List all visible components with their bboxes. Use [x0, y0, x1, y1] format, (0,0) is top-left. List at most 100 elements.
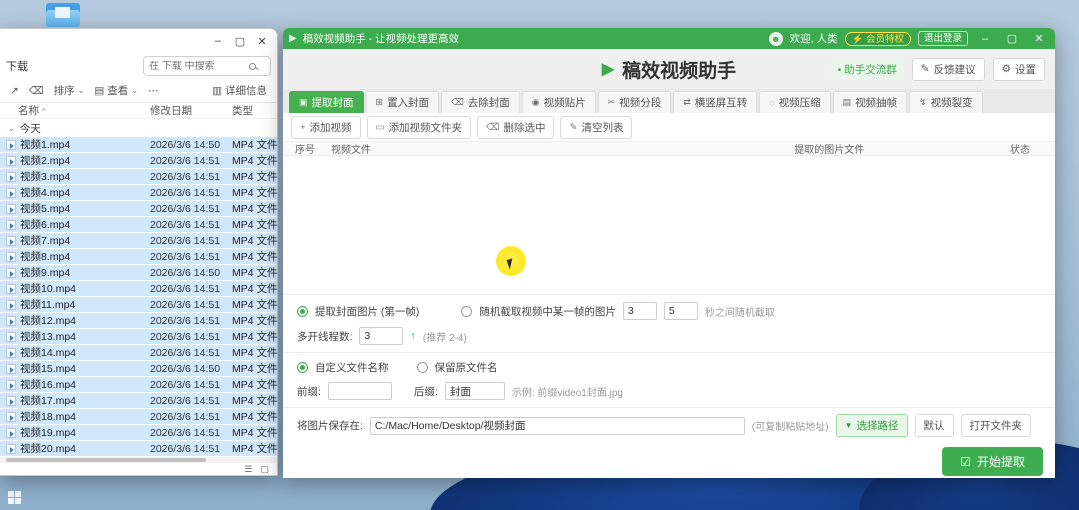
prefix-input[interactable]	[328, 382, 392, 400]
file-row[interactable]: 视频11.mp4 2026/3/6 14:51 MP4 文件	[0, 297, 277, 313]
threads-input[interactable]	[359, 327, 403, 345]
desktop-folder-icon[interactable]	[40, 3, 86, 29]
tab-视频分段[interactable]: ✂视频分段	[598, 91, 672, 113]
toolbar-button-删除选中[interactable]: ⌫删除选中	[477, 116, 554, 139]
file-name: 视频17.mp4	[20, 393, 150, 408]
thumbnail-view-icon[interactable]: ▢	[260, 464, 269, 475]
suffix-input[interactable]	[445, 382, 505, 400]
choose-path-button[interactable]: ▼ 选择路径	[836, 414, 908, 437]
tab-视频抽帧[interactable]: ▤视频抽帧	[833, 91, 908, 113]
file-list: 视频1.mp4 2026/3/6 14:50 MP4 文件 视频2.mp4 20…	[0, 137, 277, 457]
vip-badge[interactable]: ⚡ 会员特权	[845, 32, 911, 46]
logout-button[interactable]: 退出登录	[918, 31, 968, 46]
address-path[interactable]: 下载	[6, 58, 28, 74]
file-row[interactable]: 视频4.mp4 2026/3/6 14:51 MP4 文件	[0, 185, 277, 201]
toolbar-button-添加视频文件夹[interactable]: ▭添加视频文件夹	[367, 116, 471, 139]
file-date: 2026/3/6 14:51	[150, 443, 232, 455]
mp4-file-icon	[6, 172, 16, 182]
file-date: 2026/3/6 14:51	[150, 395, 232, 407]
assistant-group-link[interactable]: • 助手交流群	[831, 59, 904, 80]
maximize-icon[interactable]: ▢	[1002, 32, 1022, 45]
file-date: 2026/3/6 14:51	[150, 331, 232, 343]
file-row[interactable]: 视频16.mp4 2026/3/6 14:51 MP4 文件	[0, 377, 277, 393]
tab-icon: ▤	[843, 97, 852, 108]
tab-提取封面[interactable]: ▣提取封面	[289, 91, 364, 113]
range-from-input[interactable]	[623, 302, 657, 320]
file-type: MP4 文件	[232, 137, 277, 152]
tab-视频裂变[interactable]: ↯视频裂变	[909, 91, 983, 113]
open-folder-button[interactable]: 打开文件夹	[961, 414, 1032, 437]
file-row[interactable]: 视频1.mp4 2026/3/6 14:50 MP4 文件	[0, 137, 277, 153]
radio-keep-name[interactable]	[417, 362, 428, 373]
button-icon: ⌫	[486, 122, 499, 133]
delete-icon[interactable]: ⌫	[29, 85, 44, 97]
file-row[interactable]: 视频12.mp4 2026/3/6 14:51 MP4 文件	[0, 313, 277, 329]
button-icon: ▭	[376, 122, 385, 133]
radio-random-frame[interactable]	[461, 306, 472, 317]
range-to-input[interactable]	[664, 302, 698, 320]
radio-custom-name[interactable]	[297, 362, 308, 373]
file-name: 视频8.mp4	[20, 249, 150, 264]
avatar[interactable]: ☻	[769, 32, 783, 46]
file-row[interactable]: 视频14.mp4 2026/3/6 14:51 MP4 文件	[0, 345, 277, 361]
tab-横竖屏互转[interactable]: ⇄横竖屏互转	[673, 91, 757, 113]
more-options-button[interactable]: ⋯	[148, 85, 159, 97]
file-row[interactable]: 视频2.mp4 2026/3/6 14:51 MP4 文件	[0, 153, 277, 169]
toolbar-button-清空列表[interactable]: ✎清空列表	[560, 116, 632, 139]
mp4-file-icon	[6, 300, 16, 310]
tab-视频贴片[interactable]: ◉视频贴片	[522, 91, 596, 113]
search-icon	[249, 63, 256, 70]
file-row[interactable]: 视频6.mp4 2026/3/6 14:51 MP4 文件	[0, 217, 277, 233]
feedback-button[interactable]: ✎ 反馈建议	[912, 58, 985, 81]
default-path-button[interactable]: 默认	[915, 414, 954, 437]
app-window: ▶ 稿效视频助手 - 让视频处理更高效 ☻ 欢迎, 人类 ⚡ 会员特权 退出登录…	[283, 28, 1055, 478]
file-row[interactable]: 视频8.mp4 2026/3/6 14:51 MP4 文件	[0, 249, 277, 265]
threads-label: 多开线程数:	[297, 329, 352, 344]
sort-button[interactable]: 排序 ⌄	[54, 83, 85, 98]
group-header-today[interactable]: ⌄ 今天	[0, 119, 277, 137]
horizontal-scrollbar[interactable]	[0, 457, 277, 463]
file-row[interactable]: 视频5.mp4 2026/3/6 14:51 MP4 文件	[0, 201, 277, 217]
file-date: 2026/3/6 14:51	[150, 347, 232, 359]
file-row[interactable]: 视频20.mp4 2026/3/6 14:51 MP4 文件	[0, 441, 277, 457]
column-date[interactable]: 修改日期	[150, 103, 232, 118]
file-row[interactable]: 视频18.mp4 2026/3/6 14:51 MP4 文件	[0, 409, 277, 425]
mp4-file-icon	[6, 284, 16, 294]
tab-icon: ▣	[299, 97, 308, 108]
share-icon[interactable]: ↗	[10, 85, 19, 97]
explorer-search-box[interactable]	[143, 56, 271, 76]
tab-置入封面[interactable]: ⊞置入封面	[366, 91, 440, 113]
close-icon[interactable]: ✕	[251, 35, 273, 48]
toolbar-button-添加视频[interactable]: +添加视频	[291, 116, 361, 139]
column-name[interactable]: 名称 ^	[0, 103, 150, 118]
view-button[interactable]: ▤ 查看 ⌄	[94, 83, 138, 98]
start-extract-button[interactable]: ☑ 开始提取	[942, 447, 1043, 476]
close-icon[interactable]: ✕	[1029, 32, 1049, 45]
file-row[interactable]: 视频13.mp4 2026/3/6 14:51 MP4 文件	[0, 329, 277, 345]
settings-button[interactable]: ⚙ 设置	[993, 58, 1045, 81]
details-pane-button[interactable]: ▥ 详细信息	[212, 83, 267, 98]
file-row[interactable]: 视频17.mp4 2026/3/6 14:51 MP4 文件	[0, 393, 277, 409]
column-type[interactable]: 类型	[232, 103, 277, 118]
minimize-icon[interactable]: –	[207, 35, 229, 47]
radio-first-frame[interactable]	[297, 306, 308, 317]
minimize-icon[interactable]: –	[975, 33, 995, 45]
search-input[interactable]	[149, 61, 245, 72]
file-row[interactable]: 视频15.mp4 2026/3/6 14:50 MP4 文件	[0, 361, 277, 377]
file-name: 视频11.mp4	[20, 297, 150, 312]
view-icon: ▤	[94, 85, 104, 97]
save-path-input[interactable]	[370, 417, 745, 435]
arrow-up-icon[interactable]: ↑	[410, 330, 416, 342]
list-view-icon[interactable]: ☰	[244, 464, 252, 475]
file-row[interactable]: 视频10.mp4 2026/3/6 14:51 MP4 文件	[0, 281, 277, 297]
tab-去除封面[interactable]: ⌫去除封面	[441, 91, 520, 113]
maximize-icon[interactable]: ▢	[229, 35, 251, 48]
windows-start-icon[interactable]	[8, 491, 21, 504]
tab-视频压缩[interactable]: ◌视频压缩	[759, 91, 830, 113]
file-row[interactable]: 视频7.mp4 2026/3/6 14:51 MP4 文件	[0, 233, 277, 249]
file-row[interactable]: 视频9.mp4 2026/3/6 14:50 MP4 文件	[0, 265, 277, 281]
file-row[interactable]: 视频19.mp4 2026/3/6 14:51 MP4 文件	[0, 425, 277, 441]
scrollbar-thumb[interactable]	[6, 458, 206, 462]
file-name: 视频15.mp4	[20, 361, 150, 376]
file-row[interactable]: 视频3.mp4 2026/3/6 14:51 MP4 文件	[0, 169, 277, 185]
